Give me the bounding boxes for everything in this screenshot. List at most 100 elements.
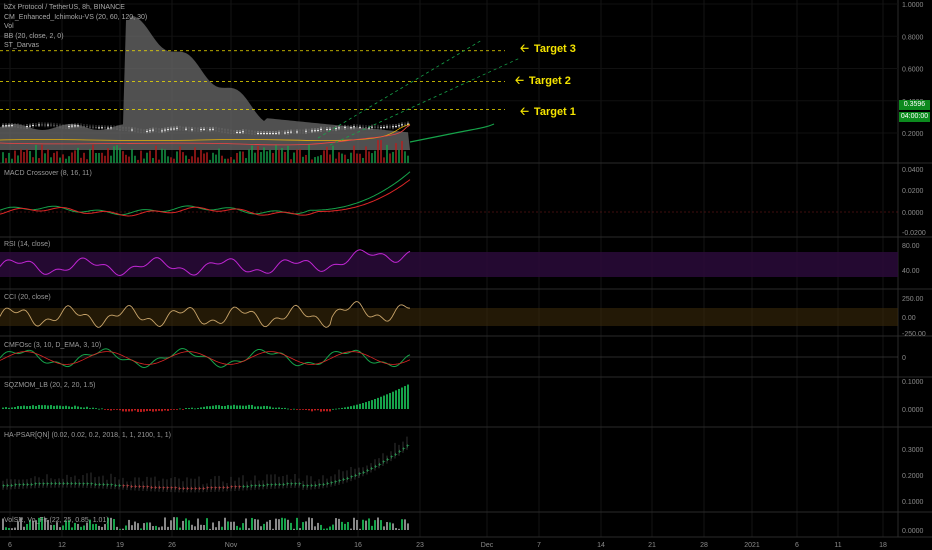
candle-body	[293, 131, 295, 133]
volume-sr-bar	[287, 519, 289, 530]
study-bollinger[interactable]: BB (20, close, 2, 0)	[4, 32, 147, 42]
volume-sr-bar	[284, 518, 286, 530]
squeeze-bar	[89, 408, 91, 409]
study-ichimoku[interactable]: CM_Enhanced_Ichimoku-VS (20, 60, 120, 30…	[4, 13, 147, 23]
squeeze-bar	[236, 405, 238, 409]
squeeze-bar	[5, 407, 7, 409]
volume-bar	[5, 158, 7, 163]
volume-bar	[359, 153, 361, 163]
candle-body	[230, 131, 232, 133]
volume-bar	[119, 148, 121, 163]
squeeze-bar	[116, 409, 118, 410]
candle-body	[401, 124, 403, 126]
squeeze-bar	[113, 409, 115, 410]
volume-bar	[29, 151, 31, 163]
volume-sr-bar	[140, 528, 142, 530]
volume-bar	[53, 152, 55, 163]
squeeze-bar	[263, 405, 265, 409]
volume-bar	[344, 154, 346, 163]
candle-body	[125, 128, 127, 130]
sqzmom-label[interactable]: SQZMOM_LB (20, 2, 20, 1.5)	[4, 382, 95, 389]
cmfosc-label[interactable]: CMFOsc (3, 10, D_EMA, 3, 10)	[4, 342, 101, 349]
indicator-tick-label: 80.00	[902, 243, 920, 250]
volume-bar	[296, 149, 298, 163]
time-tick-label: 19	[116, 542, 124, 549]
candle-body	[329, 128, 331, 130]
volume-sr-bar	[5, 527, 7, 530]
volume-bar	[56, 151, 58, 163]
symbol-title[interactable]: bZx Protocol / TetherUS, 8h, BINANCE	[4, 3, 147, 13]
arrow-left-icon: 🡠	[515, 75, 524, 87]
volume-bar	[320, 155, 322, 163]
volume-sr-bar	[101, 526, 103, 530]
squeeze-bar	[164, 409, 166, 411]
squeeze-bar	[92, 407, 94, 409]
indicator-tick-label: 40.00	[902, 268, 920, 275]
squeeze-bar	[290, 409, 292, 410]
volume-bar	[329, 154, 331, 163]
squeeze-bar	[68, 406, 70, 409]
volume-sr-bar	[14, 527, 16, 530]
candle-body	[308, 130, 310, 132]
volume-bar	[233, 159, 235, 163]
squeeze-bar	[305, 409, 307, 410]
squeeze-bar	[179, 408, 181, 410]
candle-body	[305, 130, 307, 132]
volume-sr-bar	[152, 526, 154, 530]
macd-label[interactable]: MACD Crossover (8, 16, 11)	[4, 170, 92, 177]
squeeze-bar	[8, 407, 10, 409]
volume-sr-bar	[374, 520, 376, 530]
volume-sr-bar	[236, 525, 238, 530]
candle-body	[215, 128, 217, 130]
squeeze-bar	[83, 407, 85, 409]
candle-body	[179, 127, 181, 129]
rsi-label[interactable]: RSI (14, close)	[4, 241, 50, 248]
candle-body	[392, 126, 394, 128]
volume-bar	[47, 149, 49, 163]
candle-body	[326, 129, 328, 131]
volume-bar	[392, 151, 394, 163]
trading-chart[interactable]: + + + + + + + + + + + + + + + + + + + + + + + + + + + + + + + + + + + + + + + +…	[0, 0, 932, 550]
volume-bar	[386, 144, 388, 163]
candle-body	[227, 130, 229, 132]
squeeze-bar	[209, 406, 211, 409]
candle-body	[152, 129, 154, 131]
candle-body	[2, 125, 4, 127]
squeeze-bar	[401, 387, 403, 409]
volume-sr-bar	[248, 528, 250, 530]
volume-bar	[350, 152, 352, 163]
volume-bar	[287, 145, 289, 163]
study-darvas[interactable]: ST_Darvas	[4, 41, 147, 51]
squeeze-bar	[317, 409, 319, 411]
volume-bar	[155, 145, 157, 163]
volume-bar	[383, 157, 385, 163]
arrow-left-icon: 🡠	[520, 43, 529, 55]
squeeze-bar	[332, 408, 334, 410]
volume-sr-bar	[395, 527, 397, 530]
candle-body	[68, 126, 70, 128]
candle-body	[155, 129, 157, 131]
channel-upper-line	[317, 39, 483, 139]
volume-bar	[302, 156, 304, 163]
candle-body	[344, 126, 346, 128]
candle-body	[188, 128, 190, 130]
time-tick-label: 16	[354, 542, 362, 549]
ha-psar-label[interactable]: HA-PSAR[QN] (0.02, 0.02, 0.2, 2018, 1, 1…	[4, 432, 171, 439]
squeeze-bar	[38, 404, 40, 409]
volume-sr-bar	[209, 528, 211, 530]
candle-body	[194, 129, 196, 131]
study-volume[interactable]: Vol	[4, 22, 147, 32]
candle-body	[104, 127, 106, 129]
squeeze-bar	[377, 397, 379, 409]
squeeze-bar	[257, 406, 259, 409]
volume-sr-bar	[161, 526, 163, 530]
volume-sr-bar	[212, 522, 214, 530]
volume-bar	[308, 144, 310, 163]
squeeze-bar	[299, 409, 301, 410]
squeeze-bar	[173, 409, 175, 410]
squeeze-bar	[59, 405, 61, 409]
squeeze-bar	[101, 408, 103, 410]
volsr-label[interactable]: VolSR, Vo_Flr (22, 25, 0.85, 1.01)	[4, 517, 109, 524]
cci-label[interactable]: CCI (20, close)	[4, 294, 51, 301]
squeeze-bar	[35, 405, 37, 409]
